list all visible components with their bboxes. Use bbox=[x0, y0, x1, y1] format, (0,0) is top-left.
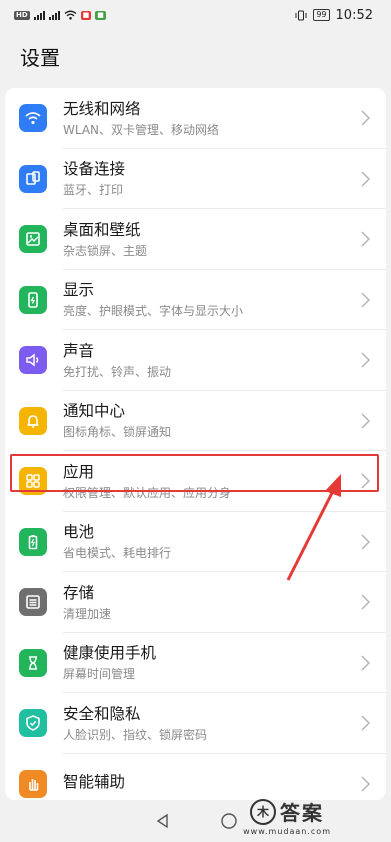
item-subtitle: 权限管理、默认应用、应用分身 bbox=[63, 485, 232, 500]
item-subtitle: 图标角标、锁屏通知 bbox=[63, 425, 172, 440]
item-subtitle: WLAN、双卡管理、移动网络 bbox=[63, 122, 220, 137]
bell-icon bbox=[19, 406, 47, 435]
settings-item-desktop-wallpaper[interactable]: 桌面和壁纸杂志锁屏、主题 bbox=[5, 209, 386, 270]
vibrate-icon bbox=[295, 10, 307, 20]
item-title: 声音 bbox=[63, 341, 95, 360]
app-notification-icon: ■ bbox=[80, 10, 92, 20]
chevron-right-icon bbox=[361, 655, 370, 671]
page-title: 设置 bbox=[20, 46, 60, 70]
wallpaper-icon bbox=[19, 225, 47, 254]
status-bar: HD ■ ■ 99 10:52 bbox=[0, 0, 391, 30]
chevron-right-icon bbox=[361, 171, 370, 187]
apps-grid-icon bbox=[19, 467, 47, 496]
wifi-status-icon bbox=[64, 10, 77, 20]
item-title: 电池 bbox=[63, 523, 95, 542]
item-subtitle: 杂志锁屏、主题 bbox=[63, 243, 148, 258]
chevron-right-icon bbox=[361, 534, 370, 550]
settings-item-device-connection[interactable]: 设备连接 蓝牙、打印 bbox=[5, 149, 386, 210]
speaker-icon bbox=[19, 346, 47, 375]
watermark-logo: 木 bbox=[250, 798, 277, 825]
chevron-right-icon bbox=[361, 292, 370, 308]
hand-icon bbox=[19, 769, 47, 798]
chevron-right-icon bbox=[361, 110, 370, 126]
signal-icon bbox=[33, 10, 45, 20]
item-title: 显示 bbox=[63, 281, 95, 300]
watermark-name: 答案 bbox=[280, 801, 325, 825]
home-icon[interactable] bbox=[220, 812, 238, 830]
watermark: 木 答案 www.mudaan.com bbox=[243, 797, 331, 836]
status-right: 99 10:52 bbox=[295, 8, 373, 23]
status-left: HD ■ ■ bbox=[14, 10, 106, 20]
item-subtitle: 屏幕时间管理 bbox=[63, 667, 136, 682]
item-title: 安全和隐私 bbox=[63, 704, 141, 723]
item-title: 智能辅助 bbox=[63, 773, 126, 792]
item-subtitle: 清理加速 bbox=[63, 606, 112, 621]
item-title: 存储 bbox=[63, 583, 95, 602]
watermark-logo-row: 木 答案 bbox=[250, 797, 324, 826]
battery-level: 99 bbox=[313, 9, 330, 21]
chevron-right-icon bbox=[361, 715, 370, 731]
display-icon bbox=[19, 285, 47, 314]
clock: 10:52 bbox=[335, 7, 373, 23]
device-connect-icon bbox=[19, 164, 47, 193]
settings-item-storage[interactable]: 存储 清理加速 bbox=[5, 572, 386, 633]
settings-item-accessibility[interactable]: 智能辅助 bbox=[5, 754, 386, 801]
chevron-right-icon bbox=[361, 776, 370, 792]
item-subtitle: 蓝牙、打印 bbox=[63, 183, 124, 198]
item-title: 健康使用手机 bbox=[63, 644, 157, 663]
back-icon[interactable] bbox=[154, 812, 172, 830]
chevron-right-icon bbox=[361, 413, 370, 429]
hd-badge: HD bbox=[14, 10, 30, 20]
item-title: 应用 bbox=[63, 462, 95, 481]
battery-icon bbox=[19, 527, 47, 556]
chevron-right-icon bbox=[361, 473, 370, 489]
chevron-right-icon bbox=[361, 594, 370, 610]
item-subtitle: 免打扰、铃声、振动 bbox=[63, 364, 172, 379]
settings-item-apps[interactable]: 应用权限管理、默认应用、应用分身 bbox=[5, 451, 386, 512]
hourglass-icon bbox=[19, 648, 47, 677]
settings-item-display[interactable]: 显示亮度、护眼模式、字体与显示大小 bbox=[5, 270, 386, 331]
wifi-icon bbox=[19, 104, 47, 133]
item-title: 通知中心 bbox=[63, 402, 126, 421]
item-title: 设备连接 bbox=[63, 160, 126, 179]
app-notification-icon-2: ■ bbox=[95, 10, 106, 20]
shield-icon bbox=[19, 709, 47, 738]
navigation-bar bbox=[0, 800, 391, 842]
chevron-right-icon bbox=[361, 231, 370, 247]
item-subtitle: 人脸识别、指纹、锁屏密码 bbox=[63, 727, 208, 742]
item-subtitle: 省电模式、耗电排行 bbox=[63, 546, 172, 561]
settings-list: 无线和网络 WLAN、双卡管理、移动网络 设备连接蓝牙、打印 桌面和壁纸杂志锁屏、… bbox=[5, 88, 386, 800]
settings-item-digital-balance[interactable]: 健康使用手机屏幕时间管理 bbox=[5, 633, 386, 694]
settings-item-security-privacy[interactable]: 安全和隐私人脸识别、指纹、锁屏密码 bbox=[5, 693, 386, 754]
item-subtitle: 亮度、护眼模式、字体与显示大小 bbox=[63, 304, 244, 319]
storage-icon bbox=[19, 588, 47, 617]
watermark-url: www.mudaan.com bbox=[243, 827, 331, 836]
chevron-right-icon bbox=[361, 352, 370, 368]
signal-icon-2 bbox=[48, 10, 60, 20]
item-title: 桌面和壁纸 bbox=[63, 220, 141, 239]
settings-item-notification-center[interactable]: 通知中心图标角标、锁屏通知 bbox=[5, 391, 386, 452]
settings-item-battery[interactable]: 电池省电模式、耗电排行 bbox=[5, 512, 386, 573]
settings-item-sound[interactable]: 声音免打扰、铃声、振动 bbox=[5, 330, 386, 391]
settings-item-wireless[interactable]: 无线和网络 WLAN、双卡管理、移动网络 bbox=[5, 88, 386, 149]
item-title: 无线和网络 bbox=[63, 99, 141, 118]
